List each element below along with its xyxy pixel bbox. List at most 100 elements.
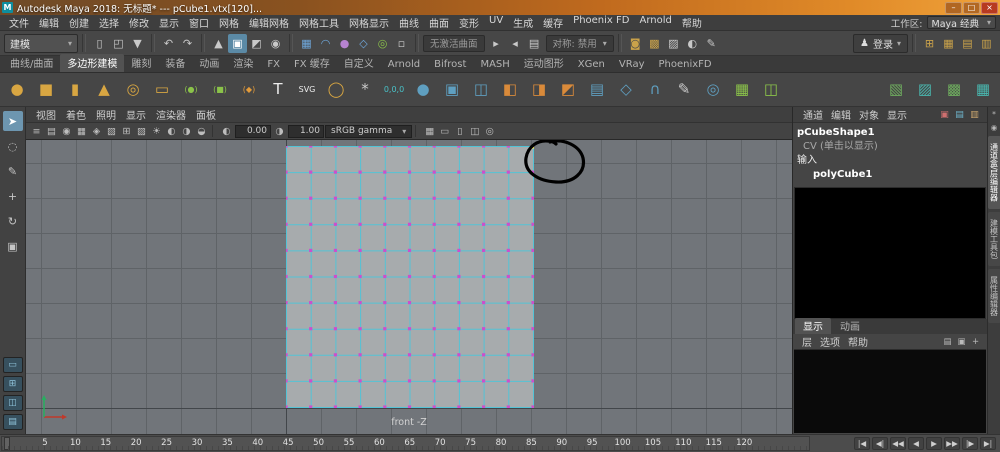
poly-cylinder-icon[interactable]: ▮: [61, 76, 89, 104]
workspace-select[interactable]: Maya 经典 ▾: [926, 16, 996, 30]
live-sphere-bracket-icon[interactable]: (●): [177, 76, 205, 104]
camera-attributes-icon[interactable]: ▦: [74, 124, 89, 138]
panel-menu-item-4[interactable]: 渲染器: [151, 107, 191, 122]
select-component-icon[interactable]: ◩: [247, 34, 266, 53]
menu-item-5[interactable]: 显示: [154, 15, 184, 30]
make-live-icon[interactable]: ◎: [373, 34, 392, 53]
next-frame-button[interactable]: ▶▶: [944, 437, 960, 450]
new-empty-layer-icon[interactable]: ▣: [955, 336, 968, 348]
shelf-tab-3[interactable]: 装备: [158, 54, 192, 72]
gate-mask-icon[interactable]: ◫: [467, 124, 482, 138]
input-connections-icon[interactable]: ▸: [487, 34, 506, 53]
bookmark-icon[interactable]: ◈: [89, 124, 104, 138]
timeline-tick-40[interactable]: 40: [252, 438, 263, 448]
panel-menu-item-3[interactable]: 显示: [121, 107, 151, 122]
menu-item-13[interactable]: 变形: [454, 15, 484, 30]
timeline-tick-35[interactable]: 35: [222, 438, 233, 448]
timeline-tick-45[interactable]: 45: [283, 438, 294, 448]
mirror-icon[interactable]: ◫: [757, 76, 785, 104]
next-key-button[interactable]: |▶: [962, 437, 978, 450]
shelf-tab-5[interactable]: 渲染: [226, 54, 260, 72]
menu-item-17[interactable]: Phoenix FD: [568, 15, 634, 30]
paint-effects-icon[interactable]: ✎: [702, 34, 721, 53]
poly-cube-icon[interactable]: ■: [32, 76, 60, 104]
close-button[interactable]: ×: [981, 1, 998, 14]
shelf-tab-10[interactable]: Bifrost: [427, 58, 473, 72]
open-scene-icon[interactable]: ◰: [109, 34, 128, 53]
poly-sphere-icon[interactable]: ●: [3, 76, 31, 104]
bevel-icon[interactable]: ◇: [612, 76, 640, 104]
cv-hint[interactable]: CV (单击以显示): [797, 140, 983, 154]
menu-item-15[interactable]: 生成: [508, 15, 538, 30]
paint-select-tool[interactable]: ✎: [3, 161, 23, 181]
scale-tool[interactable]: ▣: [3, 236, 23, 256]
select-object-icon[interactable]: ▣: [228, 33, 247, 53]
shelf-tab-11[interactable]: MASH: [473, 58, 516, 72]
timeline-tick-115[interactable]: 115: [706, 438, 722, 448]
isolate-select-icon[interactable]: ◎: [482, 124, 497, 138]
go-to-end-button[interactable]: ▶|: [980, 437, 996, 450]
time-slider[interactable]: 5 10 15 20 25 30 35 40 45 50 55 60 65 70 75 80 85 90 95 100…: [1, 436, 810, 451]
timeline-tick-25[interactable]: 25: [161, 438, 172, 448]
shelf-tab-9[interactable]: Arnold: [381, 58, 427, 72]
panel-menu-item-2[interactable]: 照明: [91, 107, 121, 122]
highlight-selection-icon[interactable]: ◉: [266, 34, 285, 53]
current-frame-indicator[interactable]: [4, 437, 10, 450]
channel-box-menu-1[interactable]: 编辑: [827, 107, 855, 122]
layer-editor-tab-1[interactable]: 动画: [832, 318, 868, 334]
rotate-tool[interactable]: ↻: [3, 211, 23, 231]
output-connections-icon[interactable]: ◂: [506, 34, 525, 53]
origin-icon[interactable]: 0,0,0: [380, 76, 408, 104]
live-cube-bracket-icon[interactable]: (■): [206, 76, 234, 104]
minimize-button[interactable]: –: [945, 1, 962, 14]
multi-cut-icon[interactable]: ✎: [670, 76, 698, 104]
timeline-tick-80[interactable]: 80: [496, 438, 507, 448]
layer-menu-0[interactable]: 层: [798, 334, 816, 349]
panel-menu-item-5[interactable]: 面板: [191, 107, 221, 122]
layout-four-pane-button[interactable]: ⊞: [2, 376, 23, 392]
layer-menu-2[interactable]: 帮助: [844, 334, 872, 349]
timeline-tick-120[interactable]: 120: [736, 438, 752, 448]
render-frame-icon[interactable]: ◙: [626, 34, 645, 53]
shelf-tab-8[interactable]: 自定义: [337, 54, 381, 72]
layer-options-icon[interactable]: ▤: [941, 336, 954, 348]
align-table-icon[interactable]: ▦: [939, 34, 958, 53]
panel-menu-icon[interactable]: ≡: [29, 124, 44, 138]
grid-toggle-icon[interactable]: ▦: [422, 124, 437, 138]
undo-icon[interactable]: ↶: [159, 34, 178, 53]
menu-item-18[interactable]: Arnold: [634, 15, 676, 30]
oversampling-icon[interactable]: ▨: [134, 124, 149, 138]
menu-item-1[interactable]: 编辑: [34, 15, 64, 30]
svg-tool-icon[interactable]: SVG: [293, 76, 321, 104]
poly-cone-icon[interactable]: ▲: [90, 76, 118, 104]
active-surface-field[interactable]: 无激活曲面: [423, 34, 485, 52]
sweep-mesh-icon[interactable]: ◯: [322, 76, 350, 104]
channel-values-area[interactable]: [794, 187, 986, 319]
redo-icon[interactable]: ↷: [178, 34, 197, 53]
lighting-icon[interactable]: ☀: [149, 124, 164, 138]
menu-item-6[interactable]: 窗口: [184, 15, 214, 30]
menu-item-8[interactable]: 编辑网格: [244, 15, 294, 30]
render-settings-icon[interactable]: ▨: [664, 34, 683, 53]
timeline-tick-75[interactable]: 75: [465, 438, 476, 448]
view-transform-select[interactable]: sRGB gamma ▾: [325, 124, 413, 138]
snap-curve-icon[interactable]: ◠: [316, 34, 335, 53]
shelf-teal-cubes-icon[interactable]: ▨: [911, 76, 939, 104]
shelf-tab-6[interactable]: FX: [260, 58, 287, 72]
input-node-name[interactable]: polyCube1: [797, 168, 983, 182]
panel-menu-item-0[interactable]: 视图: [31, 107, 61, 122]
shadows-icon[interactable]: ◐: [164, 124, 179, 138]
snap-point-icon[interactable]: ●: [335, 34, 354, 53]
dock-toggle-gold-icon[interactable]: ▥: [968, 108, 981, 121]
image-plane-icon[interactable]: ▧: [104, 124, 119, 138]
shelf-green-cubes-icon[interactable]: ▧: [882, 76, 910, 104]
boolean-union-icon[interactable]: ◧: [496, 76, 524, 104]
layout-cols-icon[interactable]: ▥: [977, 34, 996, 53]
resolution-gate-icon[interactable]: ▯: [452, 124, 467, 138]
timeline-tick-90[interactable]: 90: [556, 438, 567, 448]
layer-list-area[interactable]: [794, 349, 986, 433]
timeline-tick-110[interactable]: 110: [675, 438, 691, 448]
menu-item-12[interactable]: 曲面: [424, 15, 454, 30]
type-tool-icon[interactable]: T: [264, 76, 292, 104]
shelf-teal-grid-icon[interactable]: ▦: [969, 76, 997, 104]
